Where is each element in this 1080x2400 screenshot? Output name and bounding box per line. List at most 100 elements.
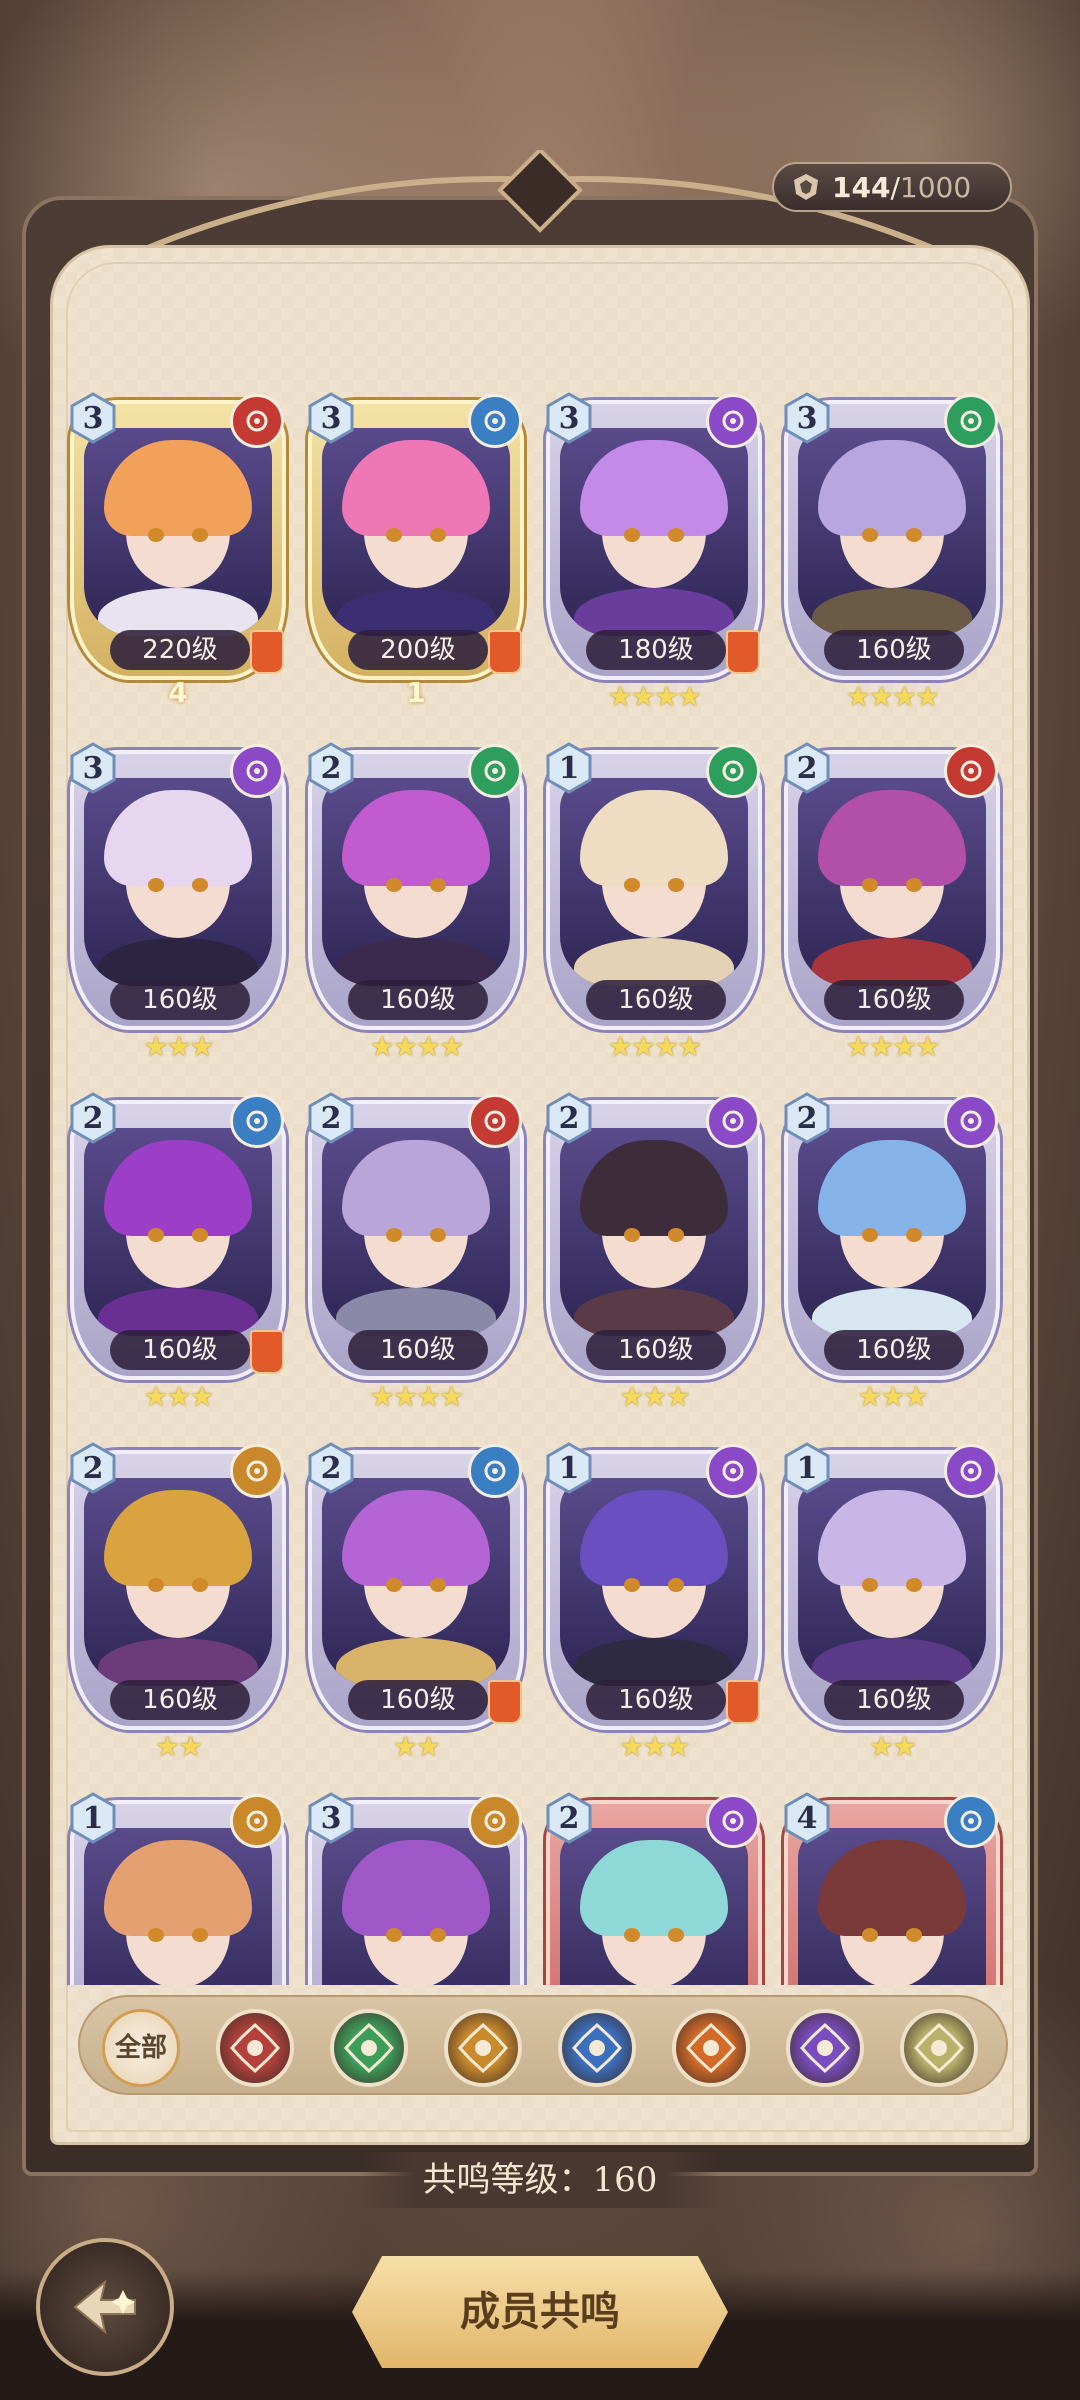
star-icon: ★ bbox=[392, 1730, 418, 1763]
hero-card[interactable]: 160级 3 ★★★ bbox=[64, 730, 292, 1063]
star-icon: ★ bbox=[642, 1380, 667, 1413]
star-rating: ★★★★ bbox=[778, 680, 1006, 713]
hero-card[interactable]: 180级 3 ★★★★ bbox=[540, 380, 768, 713]
hero-hair bbox=[342, 1140, 490, 1236]
hero-level: 160级 bbox=[348, 1330, 488, 1370]
star-icon: ★ bbox=[189, 1030, 215, 1063]
hero-portrait bbox=[560, 1478, 748, 1686]
hero-outfit bbox=[336, 1638, 496, 1686]
hero-card[interactable]: 3 bbox=[302, 1780, 530, 1985]
void-faction-icon[interactable] bbox=[786, 2009, 864, 2087]
nature-element-icon bbox=[468, 744, 522, 798]
back-button[interactable] bbox=[36, 2238, 174, 2376]
star-rating: ★★ bbox=[778, 1730, 1006, 1763]
hero-portrait bbox=[322, 778, 510, 986]
hero-count-badge: 3 bbox=[308, 1792, 354, 1844]
hero-hair bbox=[580, 790, 728, 886]
hero-portrait bbox=[798, 1828, 986, 1985]
nature-faction-icon[interactable] bbox=[330, 2009, 408, 2087]
star-icon: ★ bbox=[178, 1730, 203, 1763]
earth-faction-icon[interactable] bbox=[444, 2009, 522, 2087]
hero-count-badge: 4 bbox=[784, 1792, 830, 1844]
hero-portrait bbox=[84, 778, 272, 986]
hero-card[interactable]: 4 bbox=[778, 1780, 1006, 1985]
star-rating: ★★★★ bbox=[302, 1030, 530, 1063]
star-icon: ★ bbox=[677, 1030, 702, 1063]
hero-portrait bbox=[84, 1478, 272, 1686]
hero-card[interactable]: 1 bbox=[64, 1780, 292, 1985]
hero-card[interactable]: 160级 1 ★★★ bbox=[540, 1430, 768, 1763]
hero-eyes bbox=[862, 1578, 922, 1592]
void-element-icon bbox=[944, 1444, 998, 1498]
hero-card[interactable]: 160级 2 ★★★★ bbox=[778, 730, 1006, 1063]
hero-card[interactable]: 220级 3 4 bbox=[64, 380, 292, 710]
earth-element-icon bbox=[230, 1794, 284, 1848]
role-icon bbox=[250, 1330, 284, 1374]
hero-portrait bbox=[560, 778, 748, 986]
hero-outfit bbox=[336, 938, 496, 986]
hero-count-badge: 2 bbox=[308, 1442, 354, 1494]
hero-card[interactable]: 160级 2 ★★★ bbox=[540, 1080, 768, 1413]
fire-element-icon bbox=[468, 1094, 522, 1148]
role-icon bbox=[726, 1680, 760, 1724]
hero-count: 2 bbox=[82, 1451, 104, 1486]
hero-card[interactable]: 160级 1 ★★ bbox=[778, 1430, 1006, 1763]
earth-element-icon bbox=[468, 1794, 522, 1848]
hero-eyes bbox=[148, 1228, 208, 1242]
hero-level: 160级 bbox=[586, 980, 726, 1020]
star-icon: ★ bbox=[143, 1380, 168, 1413]
hero-count-badge: 2 bbox=[308, 742, 354, 794]
hero-eyes bbox=[624, 878, 684, 892]
hero-eyes bbox=[624, 1928, 684, 1942]
hero-portrait bbox=[798, 1128, 986, 1336]
star-icon: ★ bbox=[903, 1380, 929, 1413]
hero-count-badge: 3 bbox=[70, 392, 116, 444]
hero-card[interactable]: 160级 2 ★★ bbox=[64, 1430, 292, 1763]
hero-card[interactable]: 160级 2 ★★★ bbox=[778, 1080, 1006, 1413]
hero-count-badge: 1 bbox=[546, 1442, 592, 1494]
water-faction-icon[interactable] bbox=[558, 2009, 636, 2087]
hero-eyes bbox=[624, 528, 684, 542]
hero-grid: 220级 3 4 200级 3 1 180级 3 ★★★★ 160级 3 ★★★★ 160级 3 ★★★ 16… bbox=[64, 380, 1024, 1985]
hero-card[interactable]: 160级 2 ★★ bbox=[302, 1430, 530, 1763]
hero-count-badge: 2 bbox=[546, 1792, 592, 1844]
hero-card[interactable]: 160级 2 ★★★★ bbox=[302, 1080, 530, 1413]
hero-count-badge: 3 bbox=[70, 742, 116, 794]
hero-hair bbox=[580, 1140, 728, 1236]
hero-count: 2 bbox=[320, 1101, 342, 1136]
hero-eyes bbox=[862, 528, 922, 542]
hero-card[interactable]: 160级 2 ★★★★ bbox=[302, 730, 530, 1063]
hero-eyes bbox=[624, 1578, 684, 1592]
crest-icon bbox=[794, 174, 818, 200]
filter-all-button[interactable]: 全部 bbox=[102, 2009, 180, 2087]
star-icon: ★ bbox=[845, 680, 871, 713]
hero-card[interactable]: 160级 2 ★★★ bbox=[64, 1080, 292, 1413]
hero-card[interactable]: 2 bbox=[540, 1780, 768, 1985]
star-icon: ★ bbox=[619, 1730, 644, 1763]
fire-faction-icon[interactable] bbox=[216, 2009, 294, 2087]
hero-card[interactable]: 160级 1 ★★★★ bbox=[540, 730, 768, 1063]
hero-eyes bbox=[624, 1228, 684, 1242]
star-icon: ★ bbox=[392, 1380, 418, 1413]
hero-card[interactable]: 200级 3 1 bbox=[302, 380, 530, 710]
member-resonance-button[interactable]: 成员共鸣 bbox=[352, 2256, 728, 2368]
hero-eyes bbox=[862, 1228, 922, 1242]
hero-outfit bbox=[574, 1288, 734, 1336]
star-rating: ★★ bbox=[64, 1730, 292, 1763]
hero-portrait bbox=[322, 1478, 510, 1686]
hero-level: 160级 bbox=[348, 1680, 488, 1720]
star-rating: ★★★ bbox=[778, 1380, 1006, 1413]
hero-portrait bbox=[798, 428, 986, 636]
hero-card[interactable]: 160级 3 ★★★★ bbox=[778, 380, 1006, 713]
hero-hair bbox=[104, 440, 252, 536]
light-faction-icon[interactable] bbox=[900, 2009, 978, 2087]
star-icon: ★ bbox=[892, 680, 917, 713]
hero-hair bbox=[104, 1490, 252, 1586]
hero-count: 2 bbox=[320, 1451, 342, 1486]
hero-hair bbox=[342, 1490, 490, 1586]
resonance-level: 共鸣等级：160 bbox=[360, 2152, 720, 2208]
flame-faction-icon[interactable] bbox=[672, 2009, 750, 2087]
star-icon: ★ bbox=[607, 680, 633, 713]
hero-portrait bbox=[322, 428, 510, 636]
star-icon: ★ bbox=[642, 1730, 667, 1763]
